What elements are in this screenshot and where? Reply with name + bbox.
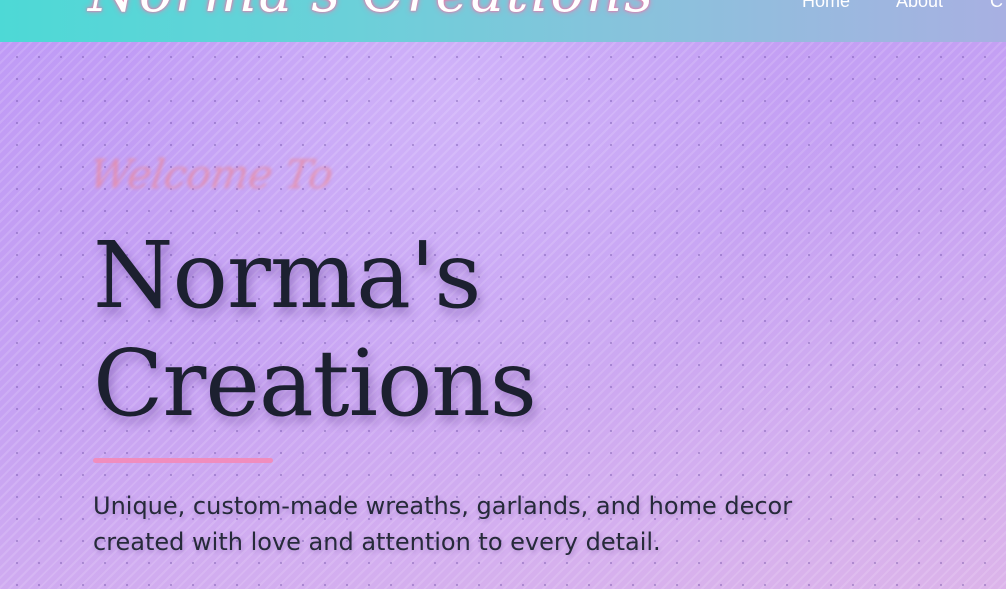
hero-title: Norma's Creations [93,222,537,438]
main-nav: Home About C [0,0,1006,11]
nav-link-about[interactable]: About [896,0,943,12]
site-header: Norma's Creations Home About C [0,0,1006,42]
nav-link-contact[interactable]: C [990,0,1003,12]
nav-link-home[interactable]: Home [802,0,850,12]
hero-title-line-1: Norma's [93,222,481,329]
title-accent-underline [93,458,273,463]
hero-tagline: Unique, custom-made wreaths, garlands, a… [93,492,793,556]
hero-section: Welcome To Norma's Creations Unique, cus… [0,42,1006,589]
welcome-script: Welcome To [86,152,337,198]
hero-title-line-2: Creations [93,330,537,437]
